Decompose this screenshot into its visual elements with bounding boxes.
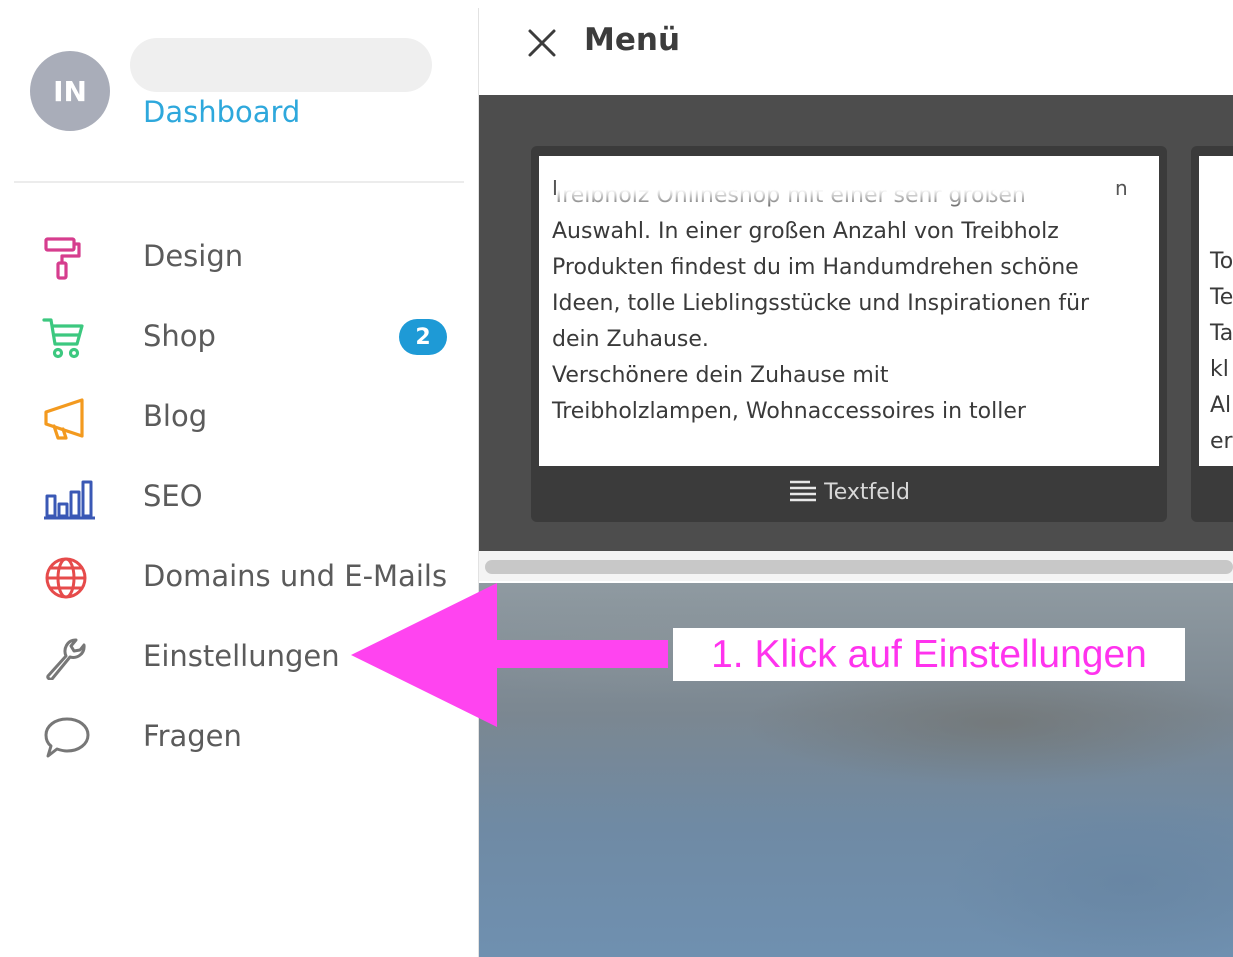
menu-title: Menü: [584, 22, 681, 58]
bar-chart-icon: [44, 480, 95, 520]
speech-bubble-icon: [44, 717, 90, 758]
sidebar-item-label: Blog: [143, 399, 208, 433]
sidebar-item-label: Einstellungen: [143, 639, 340, 673]
textfeld-card[interactable]: Treibholz Onlineshop mit einer sehr groß…: [531, 146, 1167, 522]
second-card[interactable]: To Te Ta kl Al er: [1191, 146, 1233, 522]
sidebar-item-design[interactable]: Design: [6, 220, 478, 290]
annotation-label: 1. Klick auf Einstellungen: [673, 628, 1185, 681]
sidebar-item-label: Design: [143, 239, 244, 273]
card-preview-fade: [539, 156, 1159, 212]
sidebar-item-einstellungen[interactable]: Einstellungen: [6, 620, 478, 690]
main-area: Menü Treibholz Onlineshop mit einer sehr…: [479, 0, 1233, 957]
cart-count-badge: 2: [399, 319, 447, 355]
element-panel: Treibholz Onlineshop mit einer sehr groß…: [479, 95, 1233, 551]
sidebar-item-seo[interactable]: SEO: [6, 460, 478, 530]
card-preview-text: Treibholz Onlineshop mit einer sehr groß…: [552, 183, 1090, 424]
card-footer: Textfeld: [531, 470, 1167, 514]
scrollbar-thumb[interactable]: [485, 560, 1233, 574]
paint-roller-icon: [44, 237, 81, 280]
card-preview-fragment-left: I: [552, 176, 558, 200]
sidebar-divider: [14, 181, 464, 183]
user-name-placeholder: [130, 38, 432, 92]
close-icon[interactable]: [527, 28, 557, 58]
horizontal-scrollbar[interactable]: [479, 551, 1233, 581]
sidebar-item-label: Shop: [143, 319, 216, 353]
avatar[interactable]: IN: [30, 51, 110, 131]
sidebar-item-domains[interactable]: Domains und E-Mails: [6, 540, 478, 610]
globe-icon: [45, 557, 87, 599]
sidebar-item-shop[interactable]: Shop 2: [6, 300, 478, 370]
menu-header: Menü: [479, 0, 1233, 95]
card-footer-label: Textfeld: [824, 479, 910, 505]
second-card-preview: To Te Ta kl Al er: [1199, 156, 1233, 466]
sidebar-item-label: Domains und E-Mails: [143, 559, 448, 593]
card-preview-fragment-right: n: [1115, 176, 1128, 200]
text-lines-icon: [790, 480, 817, 502]
dashboard-link[interactable]: Dashboard: [143, 95, 300, 129]
card-preview: Treibholz Onlineshop mit einer sehr groß…: [539, 156, 1159, 466]
wrench-icon: [46, 638, 86, 680]
sidebar-item-fragen[interactable]: Fragen: [6, 700, 478, 770]
sidebar-item-blog[interactable]: Blog: [6, 380, 478, 450]
sidebar-item-label: Fragen: [143, 719, 242, 753]
second-card-preview-text: To Te Ta kl Al er: [1210, 249, 1233, 454]
sidebar-item-label: SEO: [143, 479, 203, 513]
megaphone-icon: [44, 398, 84, 440]
sidebar: IN Dashboard Design Shop 2 Blog SEO Doma…: [6, 8, 479, 957]
shopping-cart-icon: [42, 318, 84, 359]
